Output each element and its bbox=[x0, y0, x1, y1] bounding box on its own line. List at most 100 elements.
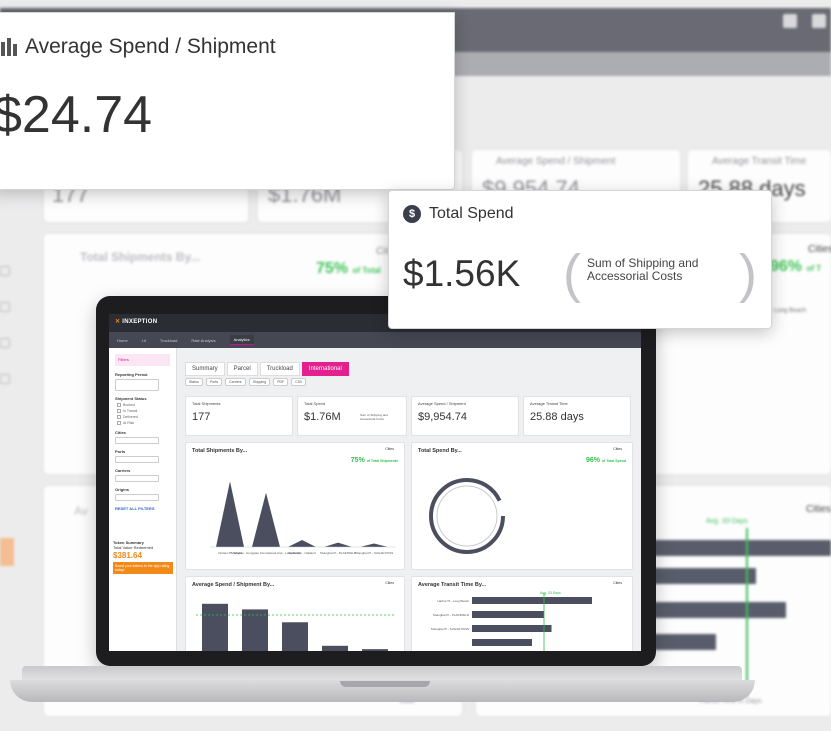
status-checkbox[interactable]: Delivered bbox=[117, 415, 168, 419]
chart-title: Total Spend By... bbox=[418, 448, 462, 454]
shipment-mark bbox=[288, 540, 316, 547]
callout-value: $1.56K bbox=[403, 253, 521, 294]
kpi-total-spend: Total Spend $1.76M Sum of Shipping and A… bbox=[297, 396, 407, 436]
chart-title: Total Shipments By... bbox=[192, 448, 248, 454]
donut-inner bbox=[436, 485, 498, 547]
transit-bar bbox=[472, 611, 544, 618]
transit-category-label: Shanghai Pt - SUGAR PASS bbox=[431, 627, 469, 631]
carriers-select[interactable] bbox=[115, 475, 159, 482]
bg-chart-transit-cities: Cities bbox=[806, 504, 831, 515]
tab-truckload[interactable]: Truckload bbox=[259, 362, 300, 376]
filter-chips: Status Ports Carriers Shipping PDF CSV bbox=[185, 378, 307, 386]
origins-label: Origins bbox=[115, 487, 130, 492]
kpi-value: 177 bbox=[192, 411, 211, 423]
transit-chart: Harbor Pt - Long Beach Shanghai Pt - PLAI… bbox=[431, 593, 592, 651]
chart-cities: Cities bbox=[613, 581, 622, 585]
status-booked: Booked bbox=[123, 403, 135, 407]
kpi-label: Total Shipments bbox=[192, 401, 221, 406]
chip-status[interactable]: Status bbox=[185, 378, 203, 386]
paren-open-icon: ( bbox=[563, 244, 581, 304]
reset-filters-button[interactable]: RESET ALL FILTERS bbox=[115, 506, 170, 511]
bg-sidebar-accent bbox=[0, 538, 14, 566]
bg-transit-bar bbox=[636, 540, 831, 556]
bg-kpi-transit-label: Average Transit Time bbox=[712, 156, 807, 167]
shipment-mark bbox=[252, 492, 280, 547]
chart-title: Average Transit Time By... bbox=[418, 582, 487, 588]
paren-close-icon: ) bbox=[739, 244, 757, 304]
tab-international[interactable]: International bbox=[301, 362, 349, 376]
transit-category-label: Harbor Pt - Long Beach bbox=[437, 599, 469, 603]
bar-chart-icon bbox=[1, 38, 17, 56]
status-at-risk: At Risk bbox=[123, 421, 135, 425]
avg-spend-bar bbox=[242, 609, 268, 651]
nav-rate-analysis[interactable]: Rate Analysis bbox=[191, 338, 215, 343]
chart-title: Average Spend / Shipment By... bbox=[192, 582, 275, 588]
cities-select[interactable] bbox=[115, 437, 159, 444]
app-logo: ✕ INXEPTION bbox=[115, 319, 158, 325]
chart-cities: Cities bbox=[385, 581, 394, 585]
status-checkbox[interactable]: Booked bbox=[117, 403, 168, 407]
avg-spend-bar bbox=[202, 603, 228, 651]
checkbox-icon bbox=[117, 415, 121, 419]
avg-spend-bar bbox=[362, 649, 388, 651]
chip-shipping[interactable]: Shipping bbox=[248, 378, 271, 386]
bg-sidebar-icon bbox=[0, 302, 10, 312]
export-csv-button[interactable]: CSV bbox=[291, 378, 307, 386]
grid-icon bbox=[783, 14, 797, 28]
app-nav: Home Lit Truckload Rate Analysis Analyti… bbox=[109, 332, 641, 348]
status-checkbox[interactable]: In Transit bbox=[117, 409, 168, 413]
kpi-value: $1.76M bbox=[304, 411, 341, 423]
chip-carriers[interactable]: Carriers bbox=[225, 378, 246, 386]
tab-summary[interactable]: Summary bbox=[185, 362, 225, 376]
period-picker[interactable] bbox=[115, 379, 159, 391]
token-note[interactable]: Boost your tokens to the app rating toda… bbox=[113, 562, 173, 574]
nav-analytics[interactable]: Analytics bbox=[229, 335, 254, 345]
pct-value: 96% bbox=[585, 457, 600, 464]
transit-bar bbox=[472, 597, 592, 604]
pct-suffix: of Total Spend bbox=[601, 459, 626, 463]
export-pdf-button[interactable]: PDF bbox=[273, 378, 289, 386]
tab-bar: Summary Parcel Truckload International bbox=[185, 362, 349, 376]
checkbox-icon bbox=[117, 403, 121, 407]
filters-header[interactable]: Filters bbox=[115, 354, 170, 366]
category-label: Shenzhen - Oakland bbox=[288, 551, 316, 555]
dollar-circle-icon: $ bbox=[403, 205, 421, 223]
token-sub: Total Value Redeemed bbox=[113, 545, 154, 550]
status-checkbox[interactable]: At Risk bbox=[117, 421, 168, 425]
bg-pct-value: 75% bbox=[316, 260, 349, 277]
nav-lit[interactable]: Lit bbox=[142, 338, 146, 343]
user-icon bbox=[812, 14, 826, 28]
status-label: Shipment Status bbox=[115, 396, 147, 401]
nav-home[interactable]: Home bbox=[117, 338, 128, 343]
kpi-label: Total Spend bbox=[304, 401, 326, 406]
shipment-mark bbox=[216, 481, 244, 547]
kpi-avg-spend: Average Spend / Shipment $9,954.74 bbox=[411, 396, 519, 436]
ports-select[interactable] bbox=[115, 456, 159, 463]
chart-pct: 75% of Total Shipments bbox=[351, 457, 398, 464]
shipments-chart: Yantian Pt - MiamiShanghai - Hongqiao In… bbox=[210, 481, 396, 555]
ports-label: Ports bbox=[115, 449, 126, 454]
transit-category-label: Shanghai Pt - PLAINFIELD bbox=[433, 613, 470, 617]
bg-transit-bar bbox=[636, 602, 786, 618]
bg-sidebar-icon bbox=[0, 338, 10, 348]
laptop-notch bbox=[340, 681, 430, 687]
tab-parcel[interactable]: Parcel bbox=[226, 362, 258, 376]
origins-select[interactable] bbox=[115, 494, 159, 501]
callout-title: $ Total Spend bbox=[403, 205, 514, 223]
chip-ports[interactable]: Ports bbox=[205, 378, 223, 386]
kpi-total-shipments: Total Shipments 177 bbox=[185, 396, 293, 436]
cities-label: Cities bbox=[115, 430, 126, 435]
avg-spend-chart bbox=[196, 603, 396, 651]
kpi-value: $9,954.74 bbox=[418, 411, 467, 423]
kpi-value: 25.88 days bbox=[530, 411, 584, 423]
bg-chart-shipments-pct: 75% of Total bbox=[316, 260, 381, 278]
total-spend-callout: $ Total Spend $1.56K ( Sum of Shipping a… bbox=[388, 190, 772, 329]
shipment-mark bbox=[360, 543, 388, 547]
bg-chart-transit-avg: Avg. 33 Days bbox=[706, 518, 748, 525]
bg-chart-shipments-title: Total Shipments By... bbox=[80, 250, 201, 264]
callout-value: $24.74 bbox=[0, 86, 153, 144]
carriers-label: Carriers bbox=[115, 468, 131, 473]
status-in-transit: In Transit bbox=[123, 409, 138, 413]
nav-truckload[interactable]: Truckload bbox=[160, 338, 177, 343]
marketing-composite: 177 $1.76M Average Spend / Shipment $9,9… bbox=[0, 0, 831, 731]
